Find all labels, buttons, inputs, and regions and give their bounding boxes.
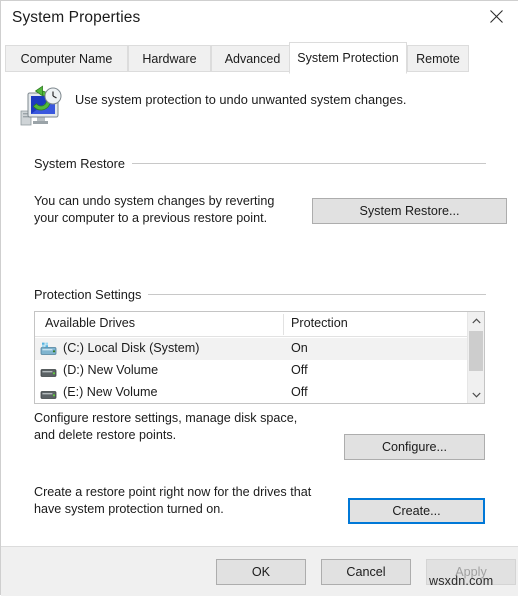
chevron-down-icon[interactable] [468, 386, 484, 403]
configure-button[interactable]: Configure... [344, 434, 485, 460]
create-button-label: Create... [392, 504, 441, 518]
system-protection-page: Use system protection to undo unwanted s… [1, 76, 518, 546]
system-restore-description: You can undo system changes by reverting… [34, 193, 274, 226]
tab-advanced[interactable]: Advanced [211, 45, 294, 72]
system-restore-button-label: System Restore... [359, 204, 460, 218]
system-drive-icon [40, 342, 57, 356]
drive-protection-status: On [291, 341, 308, 355]
list-header-row: Available Drives Protection [35, 312, 484, 337]
configure-description: Configure restore settings, manage disk … [34, 410, 297, 443]
system-restore-description-line1: You can undo system changes by reverting [34, 194, 275, 208]
drive-icon [40, 386, 57, 400]
column-header-protection[interactable]: Protection [291, 316, 348, 330]
drive-name: (E:) New Volume [63, 385, 158, 399]
scrollbar-thumb[interactable] [469, 331, 483, 371]
tab-label: Remote [416, 51, 460, 66]
tab-label: Computer Name [20, 51, 113, 66]
drive-protection-status: Off [291, 385, 308, 399]
tab-label: Hardware [142, 51, 197, 66]
column-header-available-drives[interactable]: Available Drives [45, 316, 135, 330]
tab-computer-name[interactable]: Computer Name [5, 45, 128, 72]
create-description-line2: have system protection turned on. [34, 501, 224, 516]
ok-button[interactable]: OK [216, 559, 306, 585]
system-protection-description: Use system protection to undo unwanted s… [75, 92, 407, 107]
cancel-button[interactable]: Cancel [321, 559, 411, 585]
tab-label: Advanced [224, 51, 281, 66]
column-divider [283, 314, 284, 335]
create-description: Create a restore point right now for the… [34, 484, 311, 517]
site-watermark: wsxdn.com [429, 574, 494, 588]
create-button[interactable]: Create... [348, 498, 485, 524]
drive-name: (C:) Local Disk (System) [63, 341, 200, 355]
ok-button-label: OK [251, 565, 271, 579]
system-properties-dialog: System Properties Computer Name Hardware… [0, 0, 518, 596]
tab-hardware[interactable]: Hardware [128, 45, 211, 72]
system-restore-description-line2: your computer to a previous restore poin… [34, 210, 268, 225]
table-row[interactable]: (D:) New Volume Off [35, 360, 484, 382]
tab-strip: Computer Name Hardware Advanced System P… [1, 41, 518, 76]
group-label-system-restore: System Restore [34, 156, 133, 171]
create-description-line1: Create a restore point right now for the… [34, 485, 312, 499]
tab-label: System Protection [297, 51, 399, 65]
close-icon[interactable] [473, 1, 518, 32]
chevron-up-icon[interactable] [468, 312, 484, 329]
drive-name: (D:) New Volume [63, 363, 159, 377]
title-bar: System Properties [1, 1, 518, 41]
configure-description-line2: and delete restore points. [34, 427, 177, 442]
available-drives-list[interactable]: Available Drives Protection (C:) Local D… [34, 311, 485, 404]
drive-protection-status: Off [291, 363, 308, 377]
system-restore-button[interactable]: System Restore... [312, 198, 507, 224]
window-title: System Properties [12, 9, 141, 26]
configure-button-label: Configure... [381, 440, 448, 454]
system-protection-icon [17, 85, 67, 131]
dialog-footer: OK Cancel Apply [1, 546, 518, 596]
tab-remote[interactable]: Remote [407, 45, 469, 72]
group-label-protection-settings: Protection Settings [34, 287, 149, 302]
cancel-button-label: Cancel [346, 565, 386, 579]
table-row[interactable]: (C:) Local Disk (System) On [35, 338, 484, 360]
tab-system-protection[interactable]: System Protection [289, 42, 407, 74]
list-scrollbar[interactable] [467, 312, 484, 403]
drive-icon [40, 364, 57, 378]
configure-description-line1: Configure restore settings, manage disk … [34, 411, 298, 425]
table-row[interactable]: (E:) New Volume Off [35, 382, 484, 403]
